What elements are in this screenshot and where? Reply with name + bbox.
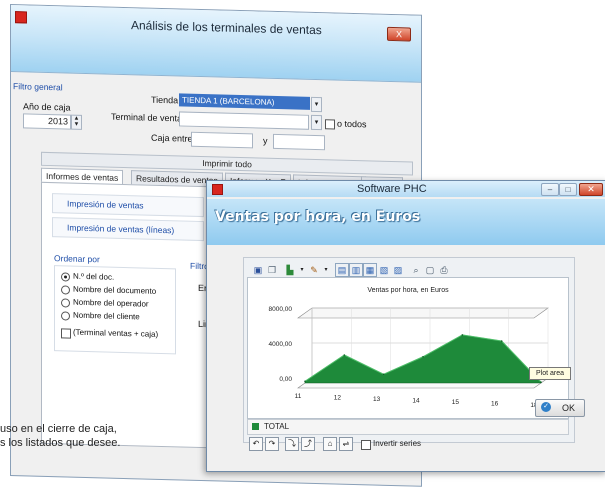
title-bar: Análisis de los terminales de ventas X: [11, 5, 421, 83]
order-radio-doc-number[interactable]: [61, 272, 70, 282]
y-tick-label: 0,00: [279, 376, 292, 383]
box-and-label: y: [263, 135, 268, 146]
legend-swatch: [252, 423, 259, 430]
chart-banner: Ventas por hora, en Euros: [207, 199, 605, 245]
order-by-label: Ordenar por: [54, 253, 100, 265]
year-spinner[interactable]: ▲ ▼: [71, 114, 82, 130]
print-icon[interactable]: ⎙: [437, 263, 451, 277]
filter-group-label: Filtro general: [13, 81, 63, 93]
window-title: Análisis de los terminales de ventas: [131, 18, 322, 38]
data-point: [540, 381, 542, 383]
x-tick-label: 12: [334, 395, 342, 402]
order-option-doc-name: Nombre del documento: [73, 284, 157, 296]
page-text-line-2: s los listados que desee.: [0, 437, 121, 449]
order-option-client: Nombre del cliente: [73, 310, 140, 322]
app-icon: [15, 11, 27, 24]
y-tick-label: 8000,00: [269, 306, 293, 313]
perspective-icon[interactable]: ⌂: [323, 437, 337, 451]
chart-title: Ventas por hora, en Euros: [367, 287, 449, 294]
maximize-button[interactable]: □: [559, 183, 577, 196]
data-point: [461, 334, 464, 336]
data-point: [382, 373, 385, 376]
chart-area: Ventas por hora, en Euros 8000,00 4000,00…: [247, 277, 569, 419]
order-option-doc-number: N.º del doc.: [73, 271, 115, 282]
axis-icon[interactable]: ▨: [391, 263, 405, 277]
print-preview-icon[interactable]: ▢: [423, 263, 437, 277]
print-sales-link[interactable]: Impresión de ventas: [67, 198, 144, 210]
order-radio-doc-name[interactable]: [61, 285, 70, 295]
terminal-box-label: (Terminal ventas + caja): [73, 327, 159, 339]
tilt-down-icon[interactable]: ⤵: [285, 437, 299, 451]
ok-button[interactable]: ✓ OK: [535, 399, 585, 417]
data-point: [500, 340, 503, 342]
chart-toolbar: ▣ ❐ ▙ ▾ ✎ ▾ ▤ ▥ ▦ ▧ ▨ ⌕ ▢ ⎙: [249, 263, 509, 277]
box-from-field[interactable]: [191, 131, 253, 149]
close-button[interactable]: X: [387, 26, 411, 42]
all-terminals-checkbox[interactable]: [325, 119, 335, 130]
print-sales-lines-row[interactable]: Impresión de ventas (líneas): [52, 217, 204, 242]
save-icon[interactable]: ▣: [251, 263, 265, 277]
table-icon[interactable]: ▧: [377, 263, 391, 277]
chart-window: Software PHC – □ ✕ Ventas por hora, en E…: [206, 180, 605, 472]
order-radio-operator[interactable]: [61, 298, 70, 308]
minimize-button[interactable]: –: [541, 183, 559, 196]
store-dropdown-arrow-icon[interactable]: ▾: [311, 96, 322, 113]
copy-icon[interactable]: ❐: [265, 263, 279, 277]
area-chart: Ventas por hora, en Euros 8000,00 4000,00…: [269, 287, 549, 409]
x-tick-label: 11: [295, 393, 302, 400]
chart-window-title: Software PHC: [357, 183, 427, 195]
data-point: [343, 354, 346, 356]
store-select[interactable]: TIENDA 1 (BARCELONA): [179, 93, 310, 110]
x-tick-label: 14: [412, 398, 420, 405]
box-to-field[interactable]: [273, 133, 325, 151]
chevron-down-icon[interactable]: ▾: [319, 263, 333, 277]
page-text-line-1: uso en el cierre de caja,: [0, 423, 117, 435]
zoom-icon[interactable]: ⌕: [409, 263, 423, 277]
app-icon: [212, 184, 223, 195]
order-radio-client[interactable]: [61, 311, 70, 321]
store-label: Tienda: [151, 94, 179, 106]
terminal-select[interactable]: [179, 111, 309, 130]
legend-icon[interactable]: ▥: [349, 263, 363, 277]
terminal-dropdown-arrow-icon[interactable]: ▾: [311, 114, 322, 131]
banner-title: Ventas por hora, en Euros: [215, 209, 421, 225]
close-button[interactable]: ✕: [579, 183, 603, 196]
order-option-operator: Nombre del operador: [73, 297, 149, 309]
area-series-total: [304, 334, 542, 384]
rotate-right-icon[interactable]: ↷: [265, 437, 279, 451]
order-by-group: N.º del doc. Nombre del documento Nombre…: [54, 265, 176, 355]
year-label: Año de caja: [23, 101, 71, 113]
print-sales-row[interactable]: Impresión de ventas: [52, 193, 204, 218]
check-icon: ✓: [541, 402, 551, 412]
x-tick-label: 16: [491, 401, 499, 408]
all-terminals-label: o todos: [337, 118, 367, 130]
back-wall: [297, 307, 549, 319]
x-tick-label: 15: [452, 399, 460, 406]
print-sales-lines-link[interactable]: Impresión de ventas (líneas): [67, 222, 174, 235]
reset-view-icon[interactable]: ⇌: [339, 437, 353, 451]
legend-total-label: TOTAL: [264, 422, 290, 431]
terminal-box-checkbox[interactable]: [61, 328, 71, 339]
terminal-label: Terminal de ventas: [111, 111, 187, 124]
page-text: uso en el cierre de caja, s los listados…: [0, 422, 120, 450]
data-point: [304, 380, 306, 383]
ok-label: OK: [562, 403, 576, 413]
plot-area-tooltip: Plot area: [529, 367, 571, 380]
y-tick-label: 4000,00: [269, 341, 293, 348]
x-tick-label: 13: [373, 396, 381, 403]
legend-bar: TOTAL: [247, 419, 569, 435]
invert-series-checkbox[interactable]: [361, 440, 371, 450]
data-grid-icon[interactable]: ▤: [335, 263, 349, 277]
chart-title-bar: Software PHC – □ ✕: [207, 181, 605, 197]
year-field[interactable]: 2013: [23, 113, 71, 130]
gridlines-icon[interactable]: ▦: [363, 263, 377, 277]
invert-series-label: Invertir series: [373, 439, 422, 448]
rotate-left-icon[interactable]: ↶: [249, 437, 263, 451]
box-between-label: Caja entre: [151, 132, 193, 144]
chart-marks: 8000,004000,000,0011 12 13 14 15 16 18: [269, 306, 549, 409]
tilt-up-icon[interactable]: ⤴: [301, 437, 315, 451]
data-point: [422, 355, 424, 358]
